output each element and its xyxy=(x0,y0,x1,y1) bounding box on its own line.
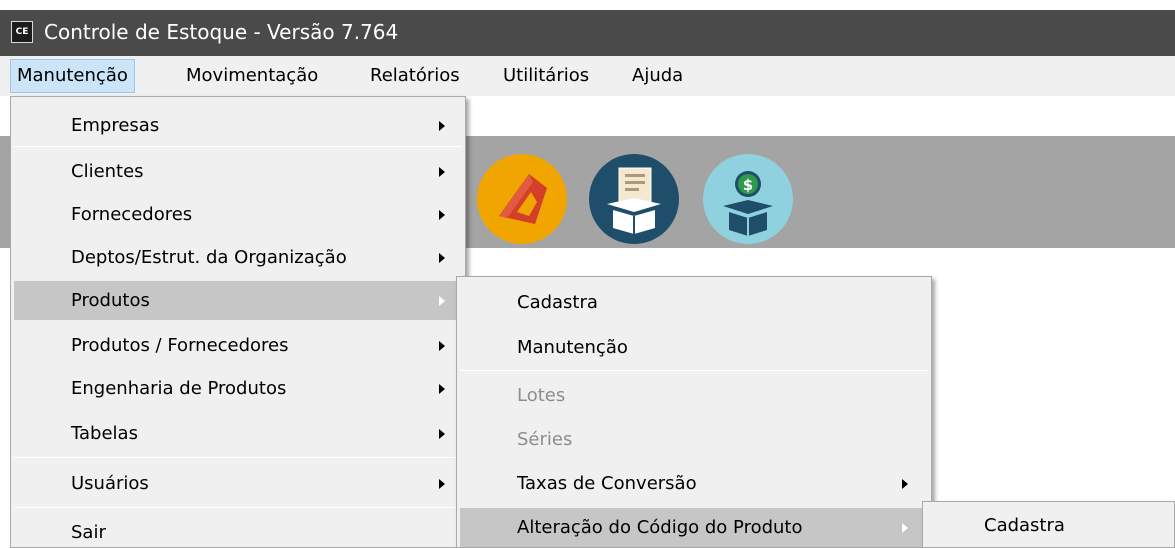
menu-separator xyxy=(14,146,462,147)
title-bar: CE Controle de Estoque - Versão 7.764 xyxy=(0,10,1175,56)
menu-item-label: Manutenção xyxy=(517,337,628,358)
menu-item-engenharia[interactable]: Engenharia de Produtos xyxy=(14,369,462,408)
menu-separator xyxy=(14,507,462,508)
menu-item-cadastra[interactable]: Cadastra xyxy=(460,283,928,322)
menu-item-label: Usuários xyxy=(71,473,149,494)
chevron-right-icon xyxy=(439,479,445,489)
menu-item-label: Alteração do Código do Produto xyxy=(517,517,803,538)
menu-item-manutencao[interactable]: Manutenção xyxy=(460,328,928,367)
chevron-right-icon xyxy=(439,384,445,394)
menu-item-label: Sair xyxy=(71,522,106,543)
menu-item-cadastra-alteracao[interactable]: Cadastra xyxy=(926,506,1173,545)
menu-item-empresas[interactable]: Empresas xyxy=(14,106,462,145)
menu-item-deptos[interactable]: Deptos/Estrut. da Organização xyxy=(14,238,462,277)
menu-item-label: Séries xyxy=(517,429,573,450)
chevron-right-icon xyxy=(439,121,445,131)
chevron-right-icon xyxy=(439,167,445,177)
chevron-right-icon xyxy=(902,523,908,533)
menu-item-label: Deptos/Estrut. da Organização xyxy=(71,247,347,268)
menu-item-label: Cadastra xyxy=(984,515,1065,536)
menu-relatorios[interactable]: Relatórios xyxy=(364,59,466,93)
menu-movimentacao[interactable]: Movimentação xyxy=(180,59,324,93)
menu-item-series: Séries xyxy=(460,420,928,459)
menu-ajuda[interactable]: Ajuda xyxy=(626,59,689,93)
chevron-right-icon xyxy=(439,253,445,263)
menu-item-alteracao-codigo[interactable]: Alteração do Código do Produto xyxy=(460,508,928,547)
menu-item-tabelas[interactable]: Tabelas xyxy=(14,414,462,453)
chevron-right-icon xyxy=(439,296,445,306)
menu-item-fornecedores[interactable]: Fornecedores xyxy=(14,195,462,234)
menu-item-sair[interactable]: Sair xyxy=(14,513,462,548)
menu-item-clientes[interactable]: Clientes xyxy=(14,152,462,191)
red-cube-icon[interactable] xyxy=(477,154,567,244)
menu-item-lotes: Lotes xyxy=(460,376,928,415)
menu-item-label: Cadastra xyxy=(517,292,598,313)
menu-utilitarios[interactable]: Utilitários xyxy=(497,59,595,93)
app-icon: CE xyxy=(11,21,33,43)
menu-item-produtos[interactable]: Produtos xyxy=(14,281,462,320)
produtos-submenu: Cadastra Manutenção Lotes Séries Taxas d… xyxy=(456,276,932,548)
alteracao-submenu: Cadastra xyxy=(922,501,1175,548)
menu-item-usuarios[interactable]: Usuários xyxy=(14,464,462,503)
menu-item-label: Produtos / Fornecedores xyxy=(71,335,289,356)
svg-text:$: $ xyxy=(743,176,753,194)
menu-manutencao[interactable]: Manutenção xyxy=(10,59,135,93)
menu-item-taxas-conversao[interactable]: Taxas de Conversão xyxy=(460,464,928,503)
chevron-right-icon xyxy=(439,210,445,220)
menu-item-produtos-fornecedores[interactable]: Produtos / Fornecedores xyxy=(14,326,462,365)
menu-item-label: Produtos xyxy=(71,290,150,311)
manutencao-menu: Empresas Clientes Fornecedores Deptos/Es… xyxy=(10,96,466,548)
menu-item-label: Empresas xyxy=(71,115,160,136)
document-box-icon[interactable] xyxy=(589,154,679,244)
chevron-right-icon xyxy=(439,429,445,439)
chevron-right-icon xyxy=(439,341,445,351)
menu-item-label: Clientes xyxy=(71,161,144,182)
menu-item-label: Tabelas xyxy=(71,423,138,444)
menu-item-label: Engenharia de Produtos xyxy=(71,378,287,399)
menu-separator xyxy=(460,370,928,371)
menu-bar: Manutenção Movimentação Relatórios Utili… xyxy=(0,56,1175,96)
menu-separator xyxy=(14,457,462,458)
menu-item-label: Fornecedores xyxy=(71,204,193,225)
money-box-icon[interactable]: $ xyxy=(703,154,793,244)
chevron-right-icon xyxy=(902,479,908,489)
menu-item-label: Lotes xyxy=(517,385,566,406)
menu-item-label: Taxas de Conversão xyxy=(517,473,697,494)
window-title: Controle de Estoque - Versão 7.764 xyxy=(44,20,399,44)
